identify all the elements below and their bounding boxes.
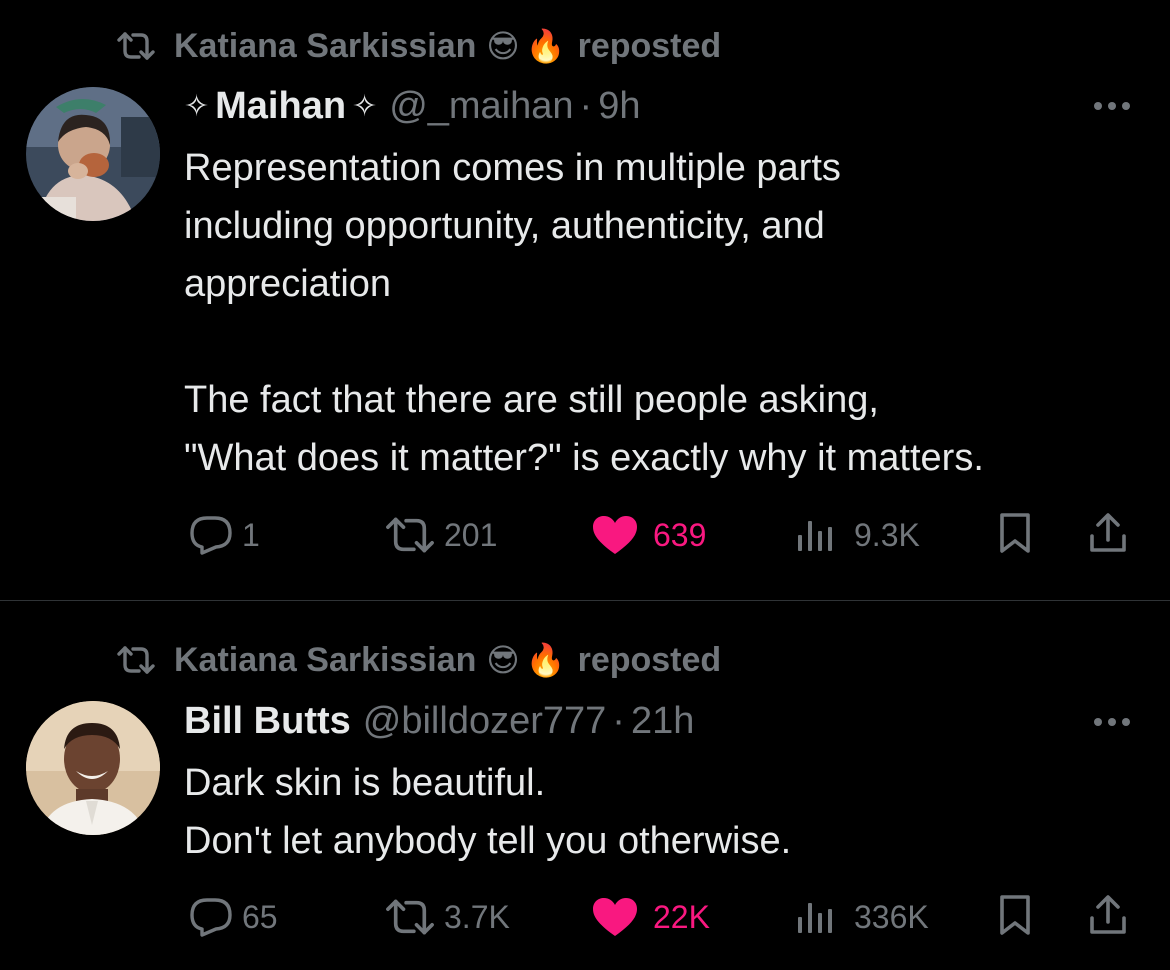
views-icon (796, 517, 836, 553)
sparkle-icon: ✧ (352, 89, 378, 123)
separator-dot: · (612, 699, 625, 742)
avatar[interactable] (26, 701, 160, 835)
repost-context[interactable]: Katiana Sarkissian 😎 🔥 reposted (116, 24, 721, 68)
repost-icon (116, 24, 174, 68)
like-icon (591, 896, 639, 938)
views-button[interactable]: 9.3K (796, 510, 920, 560)
tweet-header: Bill Butts @billdozer777 · 21h (184, 696, 694, 746)
fire-emoji: 🔥 (525, 28, 566, 64)
like-button[interactable]: 639 (591, 510, 706, 560)
action-bar: 65 3.7K 22K 336K (184, 892, 1144, 942)
repost-count: 3.7K (444, 898, 510, 935)
bookmark-button[interactable] (998, 510, 1032, 560)
tweet-header: ✧ Maihan ✧ @_maihan · 9h (184, 81, 640, 131)
tweet-timestamp[interactable]: 21h (631, 700, 694, 743)
sunglasses-emoji: 😎 (486, 28, 520, 64)
fire-emoji: 🔥 (525, 642, 566, 678)
author-handle[interactable]: @_maihan (389, 85, 573, 128)
separator-dot: · (579, 84, 593, 127)
tweet-timestamp[interactable]: 9h (598, 85, 640, 128)
bookmark-icon (998, 894, 1032, 941)
author-name[interactable]: Bill Butts (184, 700, 351, 743)
like-button[interactable]: 22K (591, 892, 710, 942)
reply-count: 1 (242, 516, 260, 553)
reply-icon (188, 896, 234, 938)
repost-icon (384, 897, 436, 937)
avatar[interactable] (26, 87, 160, 221)
like-count: 22K (653, 898, 710, 935)
tweet-text: Dark skin is beautiful. Don't let anybod… (184, 762, 792, 862)
views-count: 9.3K (854, 516, 920, 553)
reply-count: 65 (242, 898, 278, 935)
sunglasses-emoji: 😎 (486, 642, 520, 678)
action-bar: 1 201 639 9.3K (184, 510, 1144, 560)
reposted-label: reposted (577, 640, 722, 679)
repost-button[interactable]: 3.7K (384, 892, 510, 942)
repost-button[interactable]: 201 (384, 510, 497, 560)
bookmark-icon (998, 512, 1032, 559)
reply-button[interactable]: 1 (188, 510, 260, 560)
like-icon (591, 514, 639, 556)
reposted-label: reposted (577, 26, 722, 65)
repost-icon (116, 638, 174, 682)
repost-icon (384, 515, 436, 555)
share-button[interactable] (1088, 510, 1128, 560)
more-icon[interactable] (1088, 96, 1136, 116)
tweet[interactable]: Katiana Sarkissian 😎 🔥 reposted ✧ Maihan… (0, 0, 1170, 600)
share-icon (1088, 512, 1128, 559)
views-button[interactable]: 336K (796, 892, 929, 942)
views-icon (796, 899, 836, 935)
share-icon (1088, 894, 1128, 941)
reposter-name[interactable]: Katiana Sarkissian (174, 641, 476, 680)
repost-count: 201 (444, 516, 498, 553)
like-count: 639 (653, 516, 707, 553)
views-count: 336K (854, 898, 929, 935)
reply-icon (188, 514, 234, 556)
more-icon[interactable] (1088, 712, 1136, 732)
tweet-text: Representation comes in multiple parts i… (184, 147, 984, 479)
reposter-name[interactable]: Katiana Sarkissian (174, 27, 476, 66)
sparkle-icon: ✧ (184, 89, 210, 123)
share-button[interactable] (1088, 892, 1128, 942)
tweet[interactable]: Katiana Sarkissian 😎 🔥 reposted Bill But… (0, 601, 1170, 970)
reply-button[interactable]: 65 (188, 892, 278, 942)
author-name[interactable]: Maihan (215, 85, 346, 128)
repost-context[interactable]: Katiana Sarkissian 😎 🔥 reposted (116, 638, 721, 682)
author-handle[interactable]: @billdozer777 (363, 700, 607, 743)
bookmark-button[interactable] (998, 892, 1032, 942)
